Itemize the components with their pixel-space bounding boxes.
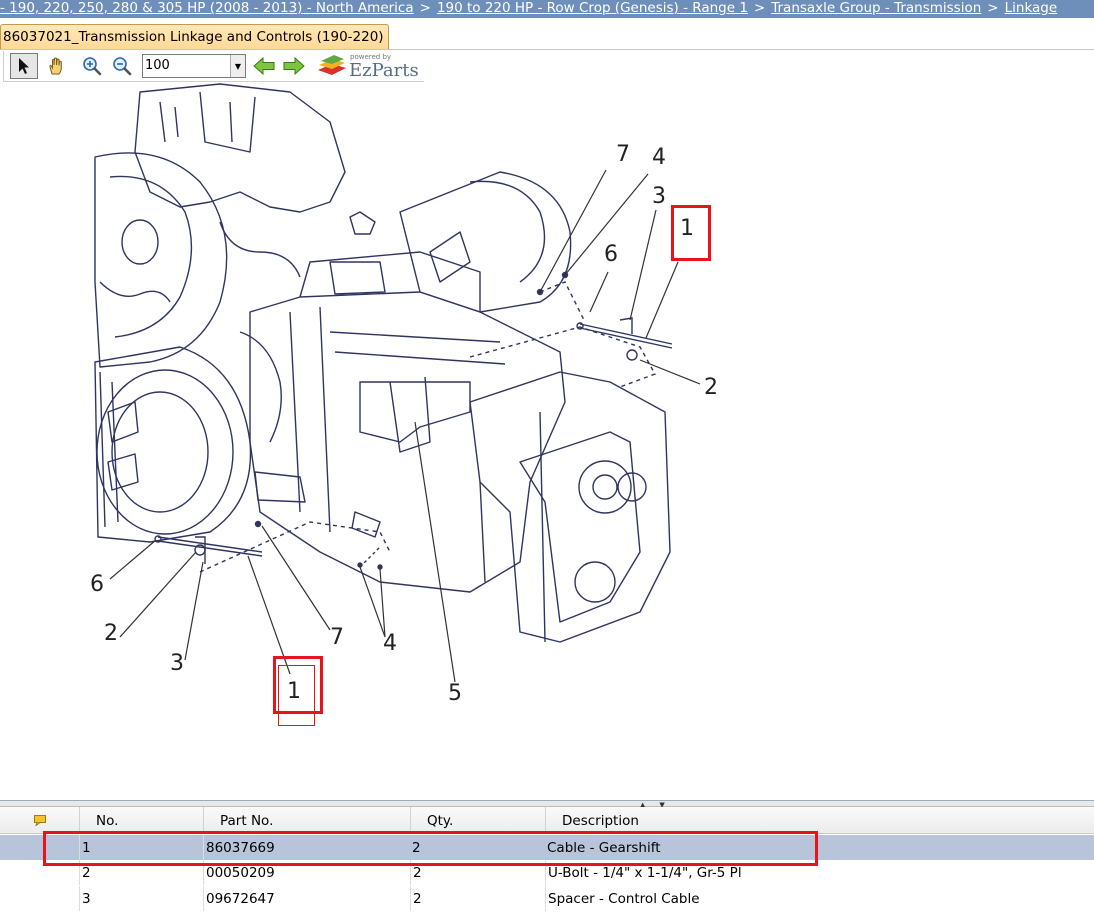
books-icon [318,55,346,75]
table-row[interactable]: 3 09672647 2 Spacer - Control Cable [0,886,1094,911]
callout-2[interactable]: 2 [104,623,118,645]
breadcrumb-item-linkage[interactable]: Linkage [1005,0,1058,16]
zoom-out-icon [113,57,132,76]
row-cart-cell[interactable] [0,886,79,911]
breadcrumb-item-range[interactable]: 190 to 220 HP - Row Crop (Genesis) - Ran… [437,0,748,16]
cell-qty: 2 [410,886,545,911]
back-button[interactable] [250,53,278,79]
callout-7[interactable]: 7 [616,144,630,166]
selected-row-highlight-box [43,831,818,866]
chevron-down-icon[interactable]: ▼ [230,55,245,77]
breadcrumb-separator: > [753,0,766,16]
transmission-illustration [94,83,701,683]
parts-diagram[interactable]: 7 4 3 1 6 2 5 6 2 3 1 7 4 [0,82,1094,800]
callout-4[interactable]: 4 [383,633,397,655]
callout-4[interactable]: 4 [652,147,666,169]
cart-note-icon [34,815,46,826]
zoom-out-button[interactable] [108,53,136,79]
panel-splitter[interactable]: ▲▼ [0,800,1094,809]
zoom-in-icon [83,57,102,76]
zoom-in-button[interactable] [78,53,106,79]
column-header-part-no[interactable]: Part No. [203,807,410,833]
callout-5[interactable]: 5 [448,683,462,705]
tab-bar: 86037021_Transmission Linkage and Contro… [0,18,1094,50]
ezparts-logo: powered by EzParts [316,51,426,81]
select-pointer-button[interactable] [10,53,38,79]
column-header-no[interactable]: No. [79,807,203,833]
tab-divider [0,49,1094,50]
arrow-right-icon [283,57,305,75]
breadcrumb-separator: > [987,0,999,16]
breadcrumb-separator: > [419,0,431,16]
breadcrumb-item-model[interactable]: - 190, 220, 250, 280 & 305 HP (2008 - 20… [0,0,414,16]
logo-brand: EzParts [349,60,419,81]
callout-hotspot-box [278,665,315,726]
hand-icon [49,57,62,75]
cell-part-no: 09672647 [203,886,410,911]
breadcrumb: - 190, 220, 250, 280 & 305 HP (2008 - 20… [0,0,1094,18]
table-header: No. Part No. Qty. Description [0,807,1094,834]
callout-2[interactable]: 2 [704,377,718,399]
breadcrumb-item-group[interactable]: Transaxle Group - Transmission [771,0,981,16]
column-header-qty[interactable]: Qty. [410,807,545,833]
callout-highlight-box [671,205,711,261]
arrow-left-icon [253,57,275,75]
callout-3[interactable]: 3 [170,653,184,675]
cell-no: 3 [79,886,203,911]
callout-3[interactable]: 3 [652,186,666,208]
arrow-pointer-icon [19,58,29,74]
cart-column-header[interactable] [0,807,79,833]
zoom-level-input[interactable] [145,56,227,74]
callout-7[interactable]: 7 [330,627,344,649]
forward-button[interactable] [280,53,308,79]
cell-description: Spacer - Control Cable [545,886,1094,911]
tab-diagram[interactable]: 86037021_Transmission Linkage and Contro… [0,24,389,49]
pan-hand-button[interactable] [42,53,70,79]
callout-6[interactable]: 6 [604,244,618,266]
callout-6[interactable]: 6 [90,574,104,596]
zoom-level-select[interactable]: ▼ [142,54,246,78]
viewer-toolbar: ▼ powered by EzParts [3,51,424,82]
column-header-description[interactable]: Description [545,807,1094,833]
